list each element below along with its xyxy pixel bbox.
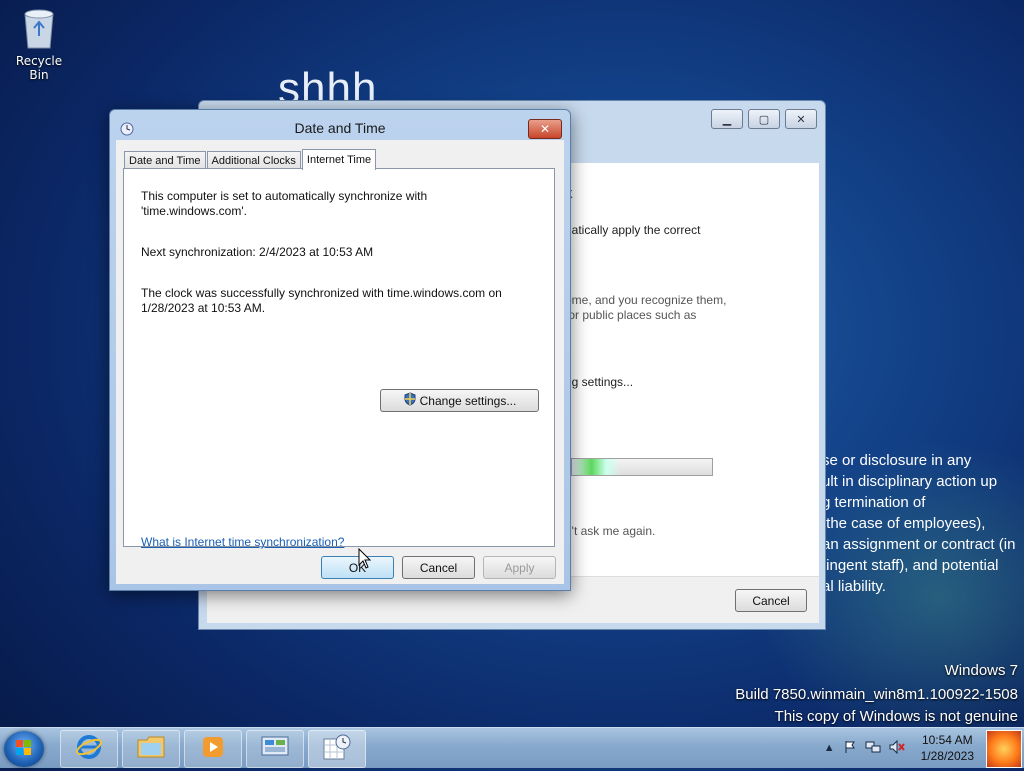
background-window-controls: ▁ ▢ ✕ bbox=[711, 109, 817, 129]
background-progress-bar bbox=[571, 458, 713, 476]
show-hidden-icons-arrow-icon[interactable]: ▲ bbox=[824, 742, 835, 754]
sync-status-text: This computer is set to automatically sy… bbox=[141, 189, 428, 218]
maximize-icon: ▢ bbox=[758, 112, 770, 126]
folder-icon bbox=[136, 734, 166, 764]
minimize-button[interactable]: ▁ bbox=[711, 109, 743, 129]
change-settings-button[interactable]: Change settings... bbox=[380, 389, 539, 412]
minimize-icon: ▁ bbox=[722, 112, 732, 126]
cancel-button[interactable]: Cancel bbox=[402, 556, 475, 579]
tab-strip: Date and Time Additional Clocks Internet… bbox=[124, 148, 377, 170]
change-settings-label: Change settings... bbox=[419, 393, 517, 408]
clock-time: 10:54 AM bbox=[921, 733, 973, 747]
network-icon[interactable] bbox=[865, 740, 881, 757]
control-panel-icon bbox=[260, 734, 290, 764]
background-text-line: ome, and you recognize them, bbox=[565, 293, 727, 307]
background-cancel-button[interactable]: Cancel bbox=[735, 589, 807, 612]
background-status-text: ng settings... bbox=[565, 375, 634, 389]
close-icon: ✕ bbox=[539, 122, 551, 136]
recycle-bin-icon bbox=[22, 6, 56, 50]
internet-time-help-link[interactable]: What is Internet time synchronization? bbox=[141, 535, 344, 549]
user-picture-thumbnail[interactable] bbox=[986, 730, 1022, 768]
background-text-line: natically apply the correct bbox=[565, 223, 701, 237]
dont-ask-again-text: n't ask me again. bbox=[565, 524, 656, 538]
watermark-os: Windows 7 bbox=[944, 662, 1018, 679]
taskbar: ▲ 10:54 AM 1/28/2023 bbox=[0, 727, 1024, 768]
apply-button[interactable]: Apply bbox=[483, 556, 556, 579]
background-text-line: for public places such as bbox=[565, 308, 697, 322]
close-button[interactable]: ✕ bbox=[785, 109, 817, 129]
last-sync-text: The clock was successfully synchronized … bbox=[141, 286, 502, 315]
dialog-body: Date and Time Additional Clocks Internet… bbox=[116, 140, 564, 584]
uac-shield-icon bbox=[403, 392, 417, 409]
close-icon: ✕ bbox=[796, 112, 806, 126]
watermark-genuine: This copy of Windows is not genuine bbox=[774, 708, 1018, 725]
tab-additional-clocks[interactable]: Additional Clocks bbox=[206, 151, 301, 169]
date-time-dialog[interactable]: Date and Time ✕ Date and Time Additional… bbox=[109, 109, 571, 591]
notification-area: ▲ 10:54 AM 1/28/2023 bbox=[824, 728, 974, 768]
internet-time-panel: This computer is set to automatically sy… bbox=[123, 168, 555, 549]
desktop-notice-text: se or disclosure in any ult in disciplin… bbox=[822, 452, 1016, 595]
calendar-clock-icon bbox=[322, 733, 352, 765]
taskbar-control-panel[interactable] bbox=[246, 730, 304, 768]
dialog-title: Date and Time bbox=[294, 120, 386, 136]
start-button[interactable] bbox=[4, 731, 44, 767]
taskbar-windows-explorer[interactable] bbox=[122, 730, 180, 768]
tab-internet-time[interactable]: Internet Time bbox=[301, 149, 377, 170]
taskbar-clock[interactable]: 10:54 AM 1/28/2023 bbox=[921, 732, 974, 764]
dialog-close-button[interactable]: ✕ bbox=[528, 119, 562, 139]
recycle-bin-label: Recycle Bin bbox=[15, 54, 63, 82]
tab-date-and-time[interactable]: Date and Time bbox=[124, 151, 206, 169]
clock-date: 1/28/2023 bbox=[920, 749, 974, 763]
maximize-button[interactable]: ▢ bbox=[748, 109, 780, 129]
action-center-flag-icon[interactable] bbox=[843, 740, 857, 757]
internet-explorer-icon bbox=[75, 733, 103, 765]
progress-fill bbox=[572, 459, 621, 475]
recycle-bin-shortcut[interactable]: Recycle Bin bbox=[6, 6, 72, 82]
taskbar-internet-explorer[interactable] bbox=[60, 730, 118, 768]
next-sync-text: Next synchronization: 2/4/2023 at 10:53 … bbox=[141, 245, 374, 259]
watermark-build: Build 7850.winmain_win8m1.100922-1508 bbox=[735, 686, 1018, 703]
media-player-icon bbox=[200, 734, 226, 764]
volume-muted-icon[interactable] bbox=[889, 739, 905, 757]
taskbar-media-player[interactable] bbox=[184, 730, 242, 768]
taskbar-date-time[interactable] bbox=[308, 730, 366, 768]
